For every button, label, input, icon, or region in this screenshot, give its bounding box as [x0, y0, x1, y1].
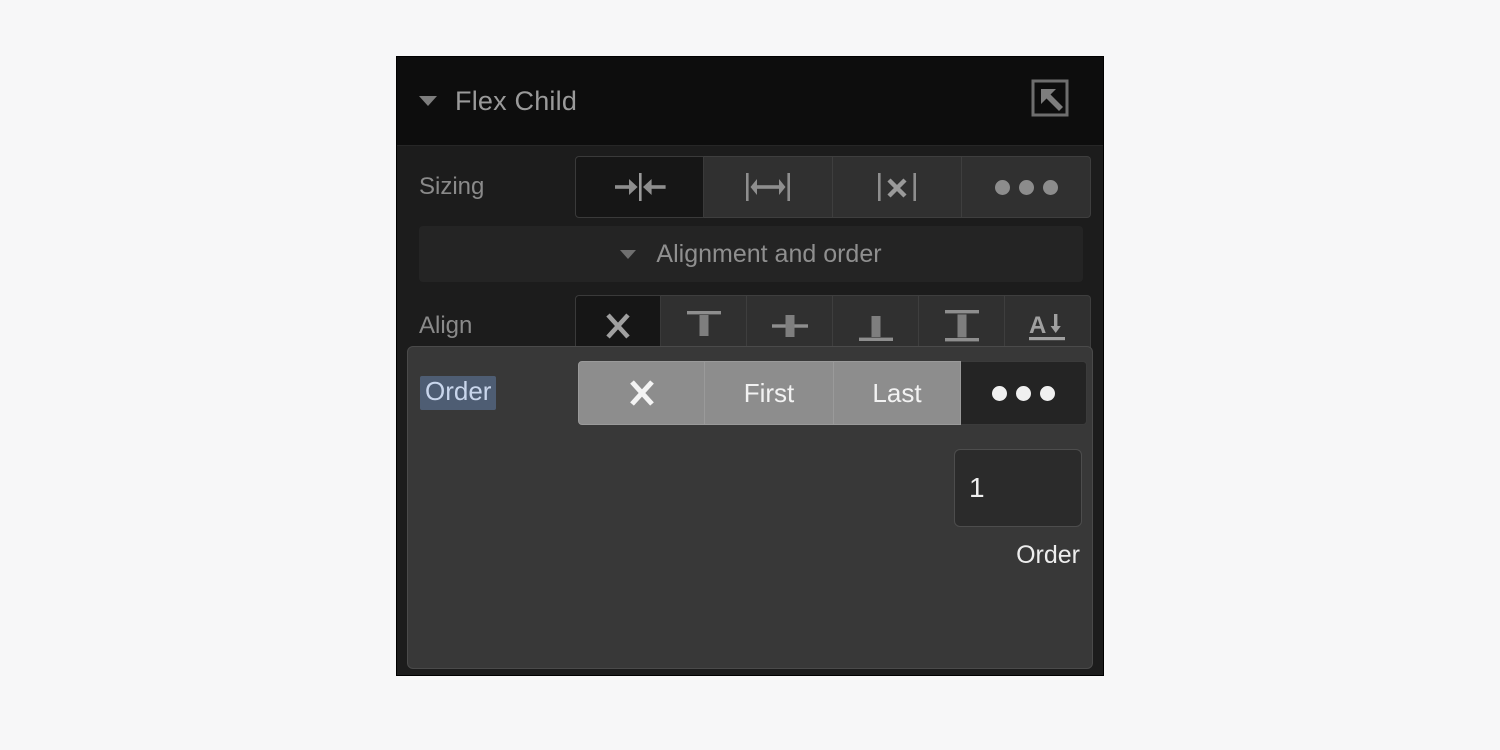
alignment-and-order-toggle[interactable]: Alignment and order [419, 226, 1083, 282]
order-segmented-control: First Last [578, 361, 1087, 425]
panel-header[interactable]: Flex Child [397, 57, 1103, 146]
align-start-icon [686, 311, 721, 336]
order-option-first[interactable]: First [705, 361, 834, 425]
grow-icon [746, 173, 790, 201]
sizing-row: Sizing [397, 146, 1103, 222]
order-option-custom[interactable] [961, 361, 1087, 425]
sizing-option-none[interactable] [833, 156, 962, 218]
svg-text:A: A [1029, 312, 1046, 339]
order-value-caption: Order [1016, 541, 1080, 569]
order-value-input[interactable] [954, 449, 1082, 527]
panel-body: Sizing Alignment and order Align A Order… [397, 146, 1103, 675]
order-option-auto[interactable] [578, 361, 705, 425]
order-label: Order [420, 376, 497, 410]
shrink-icon [614, 173, 666, 201]
order-option-last[interactable]: Last [834, 361, 961, 425]
align-label: Align [419, 312, 473, 339]
align-end-icon [858, 316, 893, 341]
sizing-option-grow[interactable] [704, 156, 833, 218]
page-title: Flex Child [455, 85, 578, 116]
select-parent-icon[interactable] [1029, 77, 1077, 125]
sizing-option-more[interactable] [962, 156, 1091, 218]
caret-down-icon [620, 249, 637, 259]
align-center-icon [771, 315, 808, 337]
ellipsis-icon [992, 385, 1055, 401]
flex-child-panel: Flex Child Sizing Alignment and order Al… [396, 56, 1104, 676]
sizing-label: Sizing [419, 173, 485, 200]
ellipsis-icon [994, 179, 1058, 195]
caret-down-icon[interactable] [419, 96, 437, 106]
align-stretch-icon [944, 310, 979, 342]
alignment-and-order-label: Alignment and order [656, 239, 882, 268]
align-baseline-icon: A [1028, 312, 1065, 341]
no-sizing-icon [878, 173, 916, 201]
sizing-segmented-control [575, 156, 1091, 218]
order-value-field-group: Order [408, 439, 1092, 570]
screen: Flex Child Sizing Alignment and order Al… [0, 0, 1500, 750]
sizing-option-shrink[interactable] [575, 156, 704, 218]
order-row: Order First Last [408, 347, 1092, 439]
x-icon [606, 313, 630, 339]
x-icon [629, 380, 654, 406]
order-label-wrap: Order [420, 376, 578, 410]
order-highlight-block: Order First Last 1 Order [407, 346, 1093, 669]
